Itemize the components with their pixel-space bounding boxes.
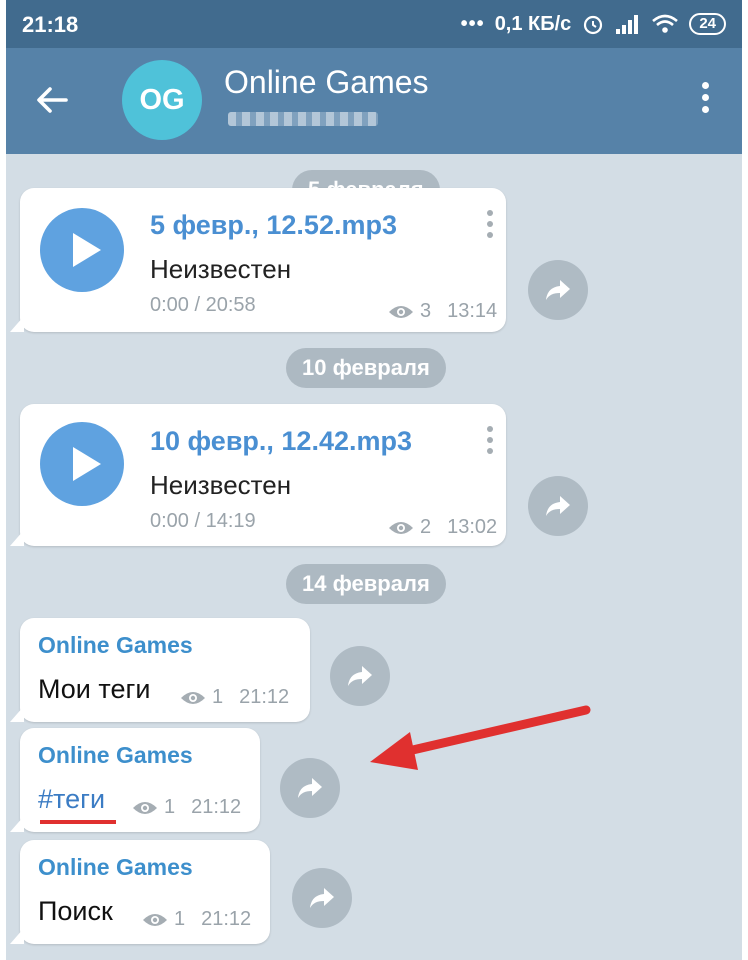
back-arrow-icon[interactable]: [34, 82, 70, 118]
share-button[interactable]: [330, 646, 390, 706]
status-bar: 21:18 ••• 0,1 КБ/с 24: [6, 0, 742, 48]
text-message[interactable]: Online Games Мои теги 1 21:12: [10, 618, 310, 722]
status-time: 21:18: [22, 12, 79, 37]
audio-duration: 0:00 / 20:58: [150, 294, 256, 316]
more-vertical-icon[interactable]: [700, 82, 710, 118]
chat-messages[interactable]: 5 февраля 5 февр., 12.52.mp3 Неизвестен …: [6, 154, 742, 960]
message-time: 13:14: [447, 300, 498, 322]
battery-icon: 24: [689, 13, 726, 35]
view-count: 3: [420, 300, 432, 322]
share-button[interactable]: [292, 868, 352, 928]
message-sender[interactable]: Online Games: [38, 632, 193, 659]
chat-header: OG Online Games: [6, 48, 742, 154]
hashtag-link[interactable]: #теги: [38, 784, 105, 815]
view-count: 1: [164, 796, 176, 818]
message-time: 21:12: [239, 686, 290, 708]
audio-performer: Неизвестен: [150, 254, 292, 284]
chat-subtitle-blurred: [228, 112, 378, 126]
share-icon: [298, 778, 322, 798]
alarm-icon: [584, 15, 603, 35]
status-indicators: ••• 0,1 КБ/с 24: [461, 12, 726, 36]
play-button[interactable]: [40, 422, 124, 506]
eye-icon: [389, 305, 413, 318]
phone-screen: 21:18 ••• 0,1 КБ/с 24 OG Online Games 5 …: [6, 0, 742, 960]
view-count: 2: [420, 516, 432, 538]
red-arrow-annotation: [370, 705, 591, 770]
eye-icon: [181, 691, 205, 704]
message-meta: 2 13:02: [388, 516, 497, 539]
share-icon: [348, 666, 372, 686]
network-speed: 0,1 КБ/с: [494, 12, 572, 35]
message-sender[interactable]: Online Games: [38, 854, 193, 881]
share-icon: [546, 280, 570, 300]
view-count: 1: [174, 908, 186, 930]
message-meta: 1 21:12: [180, 686, 289, 709]
chat-title[interactable]: Online Games: [224, 64, 429, 101]
message-meta: 1 21:12: [132, 796, 241, 819]
eye-icon: [389, 521, 413, 534]
wifi-icon: [652, 14, 679, 33]
more-vertical-icon[interactable]: [486, 210, 494, 242]
date-separator: 10 февраля: [286, 348, 446, 388]
message-text: Мои теги: [38, 674, 151, 704]
eye-icon: [143, 913, 167, 926]
text-message[interactable]: Online Games Поиск 1 21:12: [10, 840, 270, 944]
audio-performer: Неизвестен: [150, 470, 292, 500]
text-message[interactable]: Online Games #теги 1 21:12: [10, 728, 260, 832]
signal-icon: [616, 15, 639, 34]
share-button[interactable]: [528, 476, 588, 536]
message-sender[interactable]: Online Games: [38, 742, 193, 769]
message-meta: 3 13:14: [388, 300, 497, 323]
dots-icon: •••: [460, 12, 485, 35]
more-vertical-icon[interactable]: [486, 426, 494, 458]
date-separator: 14 февраля: [286, 564, 446, 604]
red-underline-annotation: [40, 820, 116, 824]
view-count: 1: [212, 686, 224, 708]
share-button[interactable]: [280, 758, 340, 818]
play-button[interactable]: [40, 208, 124, 292]
message-text: Поиск: [38, 896, 113, 926]
message-time: 21:12: [201, 908, 252, 930]
audio-file-name: 5 февр., 12.52.mp3: [150, 210, 397, 240]
share-icon: [546, 496, 570, 516]
audio-file-name: 10 февр., 12.42.mp3: [150, 426, 412, 456]
eye-icon: [133, 801, 157, 814]
audio-message[interactable]: 5 февр., 12.52.mp3 Неизвестен 0:00 / 20:…: [10, 188, 506, 332]
share-icon: [310, 888, 334, 908]
message-meta: 1 21:12: [142, 908, 251, 931]
message-time: 21:12: [191, 796, 242, 818]
chat-avatar[interactable]: OG: [122, 60, 202, 140]
audio-message[interactable]: 10 февр., 12.42.mp3 Неизвестен 0:00 / 14…: [10, 404, 506, 546]
share-button[interactable]: [528, 260, 588, 320]
audio-duration: 0:00 / 14:19: [150, 510, 256, 532]
message-time: 13:02: [447, 516, 498, 538]
